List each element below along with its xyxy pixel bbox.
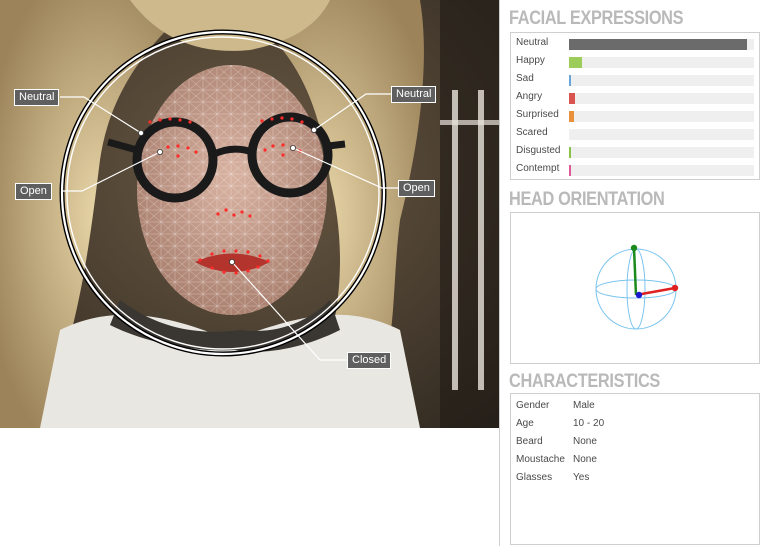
expression-bar-track [569, 111, 754, 122]
expression-label: Scared [516, 127, 548, 138]
characteristic-key: Glasses [516, 472, 553, 483]
face-overlay [0, 0, 499, 428]
expression-bar-fill [569, 165, 571, 176]
expression-label: Neutral [516, 37, 549, 48]
facial-expressions-title: FACIAL EXPRESSIONS [509, 8, 684, 29]
expression-row-scared: Scared [511, 125, 759, 143]
expression-bar-fill [569, 147, 571, 158]
characteristic-key: Age [516, 418, 534, 429]
right-eye-callout: Open [398, 180, 435, 197]
expression-row-sad: Sad [511, 71, 759, 89]
expression-bar-fill [569, 75, 571, 86]
characteristics-title: CHARACTERISTICS [509, 371, 660, 392]
expression-bar-track [569, 39, 754, 50]
expression-row-surprised: Surprised [511, 107, 759, 125]
left-eye-callout: Open [15, 183, 52, 200]
expression-row-angry: Angry [511, 89, 759, 107]
expression-bar-track [569, 129, 754, 140]
characteristic-value: None [573, 454, 597, 465]
expression-label: Angry [516, 91, 543, 102]
expression-label: Disgusted [516, 145, 561, 156]
expression-bar-track [569, 165, 754, 176]
mouth-callout: Closed [347, 352, 392, 369]
face-photo: Neutral Neutral Open Open Closed [0, 0, 499, 428]
expression-label: Sad [516, 73, 534, 84]
expression-row-happy: Happy [511, 53, 759, 71]
expression-bar-track [569, 147, 754, 158]
expression-bar-fill [569, 93, 575, 104]
characteristic-key: Moustache [516, 454, 565, 465]
axis-y [632, 247, 638, 296]
characteristic-value: 10 - 20 [573, 418, 605, 429]
left-eyebrow-callout: Neutral [14, 89, 60, 106]
characteristic-value: Yes [573, 472, 590, 483]
characteristic-key: Gender [516, 400, 550, 411]
right-eyebrow-callout: Neutral [391, 86, 437, 103]
expression-bar-track [569, 75, 754, 86]
expression-row-contempt: Contempt [511, 161, 759, 179]
characteristic-value: None [573, 436, 597, 447]
characteristic-key: Beard [516, 436, 543, 447]
expression-bar-track [569, 57, 754, 68]
expression-label: Happy [516, 55, 545, 66]
image-pane: Neutral Neutral Open Open Closed [0, 0, 500, 546]
expression-label: Contempt [516, 163, 560, 174]
head-orientation-box [510, 212, 760, 364]
characteristic-value: Male [573, 400, 595, 411]
facial-expressions-box: Neutral Happy Sad Angry Surprised Scared Disgu… [510, 32, 760, 180]
expression-row-neutral: Neutral [511, 35, 759, 53]
axis-z [635, 291, 643, 299]
expression-row-disgusted: Disgusted [511, 143, 759, 161]
expression-bar-fill [569, 57, 582, 68]
expression-bar-track [569, 93, 754, 104]
expression-label: Surprised [516, 109, 559, 120]
head-orientation-title: HEAD ORIENTATION [509, 189, 665, 210]
characteristics-box: Gender Male Age 10 - 20 Beard None Moustache No… [510, 393, 760, 545]
expression-bar-fill [569, 111, 574, 122]
head-orientation-gizmo [595, 244, 679, 330]
expression-bar-fill [569, 39, 747, 50]
